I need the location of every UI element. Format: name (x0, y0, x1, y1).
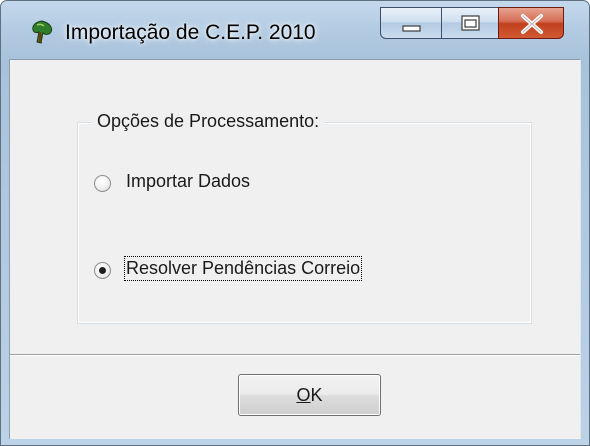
radio-label[interactable]: Resolver Pendências Correio (123, 256, 363, 281)
ok-mnemonic: O (296, 384, 311, 405)
minimize-button[interactable] (380, 7, 442, 39)
caption-buttons (380, 7, 564, 41)
radio-selected-icon[interactable] (94, 262, 111, 279)
title-bar[interactable]: Importação de C.E.P. 2010 (1, 1, 589, 59)
app-tree-icon[interactable] (29, 19, 55, 45)
groupbox-legend: Opções de Processamento: (92, 111, 325, 132)
close-button[interactable] (498, 7, 564, 39)
dialog-window: Importação de C.E.P. 2010 Opções de Proc… (0, 0, 590, 446)
footer-separator (10, 354, 580, 356)
ok-label-rest: K (310, 384, 323, 405)
minimize-icon (381, 8, 441, 38)
ok-button[interactable]: OK (238, 374, 381, 416)
close-icon (499, 8, 563, 38)
maximize-icon (442, 8, 498, 38)
client-area: Opções de Processamento: Importar Dados … (9, 59, 581, 439)
window-title: Importação de C.E.P. 2010 (65, 21, 316, 44)
radio-label[interactable]: Importar Dados (126, 171, 250, 192)
maximize-button[interactable] (441, 7, 499, 39)
processing-options-groupbox (77, 122, 532, 324)
radio-unselected-icon[interactable] (94, 175, 111, 192)
